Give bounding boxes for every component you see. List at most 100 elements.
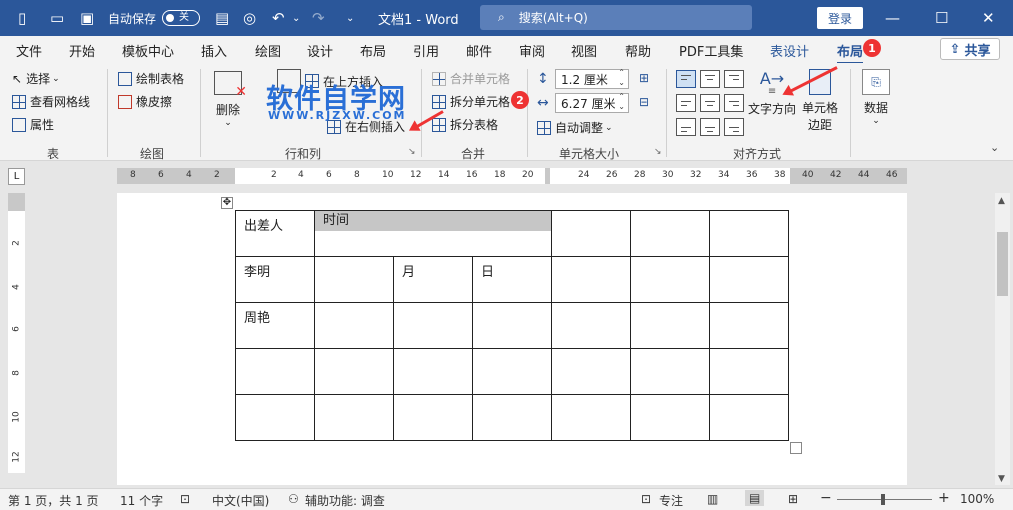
table-cell[interactable] — [393, 348, 473, 395]
tab-design[interactable]: 设计 — [307, 41, 333, 60]
scroll-down-icon[interactable]: ▼ — [998, 474, 1005, 484]
tab-draw[interactable]: 绘图 — [255, 41, 281, 60]
table-cell[interactable] — [551, 394, 631, 441]
table-cell[interactable] — [709, 256, 789, 303]
focus-mode-button[interactable]: 专注 — [659, 492, 683, 509]
merge-cells-button[interactable]: 合并单元格 — [432, 70, 510, 87]
table-cell[interactable] — [235, 348, 315, 395]
undo-icon[interactable]: ↶ — [272, 0, 285, 36]
undo-dropdown-icon[interactable]: ⌄ — [292, 0, 300, 36]
zoom-slider-thumb[interactable] — [881, 494, 885, 505]
table-cell[interactable] — [472, 302, 552, 349]
minimize-icon[interactable]: — — [885, 0, 900, 36]
tab-view[interactable]: 视图 — [571, 41, 597, 60]
table-cell[interactable] — [630, 256, 710, 303]
autosave-toggle[interactable]: 自动保存 关 — [108, 0, 201, 36]
table-cell[interactable] — [551, 210, 631, 257]
share-button[interactable]: ⇪ 共享 — [940, 38, 1000, 60]
zoom-level[interactable]: 100% — [960, 492, 994, 506]
align-middle-right-icon[interactable] — [724, 94, 744, 112]
cell-size-launcher-icon[interactable]: ↘ — [654, 147, 662, 157]
autofit-button[interactable]: 自动调整 ⌄ — [537, 119, 613, 136]
table-cell[interactable] — [314, 302, 394, 349]
table-cell[interactable]: 日 — [472, 256, 552, 303]
split-cells-button[interactable]: 拆分单元格 — [432, 93, 510, 110]
data-button[interactable]: ⎘ 数据 ⌄ — [862, 69, 890, 126]
proofing-icon[interactable]: ⊡ — [180, 492, 190, 506]
autosave-switch[interactable]: 关 — [162, 10, 201, 26]
tab-selector[interactable]: L — [8, 168, 25, 185]
align-middle-center-icon[interactable] — [700, 94, 720, 112]
distribute-rows-icon[interactable]: ⊞ — [639, 71, 649, 85]
table-cell[interactable] — [630, 394, 710, 441]
table-cell[interactable] — [314, 256, 394, 303]
open-folder-icon[interactable]: ▭ — [50, 0, 64, 36]
page-count[interactable]: 第 1 页，共 1 页 — [8, 492, 99, 509]
align-bottom-center-icon[interactable] — [700, 118, 720, 136]
print-preview-icon[interactable]: ◎ — [243, 0, 256, 36]
tab-references[interactable]: 引用 — [413, 41, 439, 60]
table-cell[interactable] — [472, 348, 552, 395]
tab-table-layout[interactable]: 布局 — [837, 41, 864, 65]
tab-insert[interactable]: 插入 — [201, 41, 227, 60]
table-cell[interactable] — [551, 302, 631, 349]
table-cell-selected[interactable]: 时间 — [314, 210, 552, 257]
align-middle-left-icon[interactable] — [676, 94, 696, 112]
maximize-icon[interactable]: ☐ — [935, 0, 948, 36]
column-width-input[interactable]: 6.27 厘米 — [555, 92, 629, 113]
image-icon[interactable]: ▣ — [80, 0, 94, 36]
search-box[interactable]: ⌕ 搜索(Alt+Q) — [480, 5, 752, 30]
delete-button[interactable]: ✕ 删除 ⌄ — [214, 71, 247, 128]
close-icon[interactable]: ✕ — [982, 0, 995, 36]
table-cell[interactable] — [630, 348, 710, 395]
table-cell[interactable] — [709, 348, 789, 395]
scrollbar-thumb[interactable] — [997, 232, 1008, 296]
table-cell[interactable] — [709, 210, 789, 257]
login-button[interactable]: 登录 — [817, 7, 863, 29]
redo-icon[interactable]: ↷ — [312, 0, 325, 36]
zoom-out-icon[interactable]: − — [820, 490, 832, 506]
split-table-button[interactable]: 拆分表格 — [432, 116, 498, 133]
table-cell[interactable] — [709, 394, 789, 441]
align-top-right-icon[interactable] — [724, 70, 744, 88]
cell-margins-button[interactable]: 单元格 边距 — [802, 69, 838, 133]
collapse-ribbon-icon[interactable]: ⌄ — [990, 141, 999, 154]
align-bottom-left-icon[interactable] — [676, 118, 696, 136]
select-button[interactable]: ↖ 选择 ⌄ — [12, 70, 60, 87]
tab-help[interactable]: 帮助 — [625, 41, 651, 60]
word-count[interactable]: 11 个字 — [120, 492, 163, 509]
tab-layout[interactable]: 布局 — [360, 41, 386, 60]
zoom-in-icon[interactable]: + — [938, 490, 950, 506]
align-top-left-icon[interactable] — [676, 70, 696, 88]
language-indicator[interactable]: 中文(中国) — [212, 492, 269, 509]
row-height-input[interactable]: 1.2 厘米 — [555, 68, 629, 89]
table-cell[interactable] — [709, 302, 789, 349]
tab-home[interactable]: 开始 — [69, 41, 95, 60]
read-mode-icon[interactable]: ▥ — [707, 492, 718, 506]
table-cell[interactable] — [314, 348, 394, 395]
table-cell[interactable] — [551, 348, 631, 395]
table-cell[interactable]: 周艳 — [235, 302, 315, 349]
table-cell[interactable] — [393, 302, 473, 349]
align-top-center-icon[interactable] — [700, 70, 720, 88]
tab-mailings[interactable]: 邮件 — [466, 41, 492, 60]
table-cell[interactable] — [314, 394, 394, 441]
table-move-handle-icon[interactable]: ✥ — [221, 197, 233, 209]
table-cell[interactable]: 李明 — [235, 256, 315, 303]
customize-toolbar-icon[interactable]: ⌄ — [346, 0, 354, 36]
table-cell[interactable]: 出差人 — [235, 210, 315, 257]
tab-table-design[interactable]: 表设计 — [770, 41, 809, 60]
tab-pdf-tools[interactable]: PDF工具集 — [679, 41, 743, 60]
web-layout-icon[interactable]: ⊞ — [788, 492, 798, 506]
accessibility-status[interactable]: 辅助功能: 调查 — [305, 492, 385, 509]
tab-review[interactable]: 审阅 — [519, 41, 545, 60]
table-cell[interactable] — [630, 210, 710, 257]
table-cell[interactable] — [235, 394, 315, 441]
table-cell[interactable] — [393, 394, 473, 441]
tab-file[interactable]: 文件 — [16, 41, 42, 60]
rows-cols-launcher-icon[interactable]: ↘ — [408, 147, 416, 157]
eraser-button[interactable]: 橡皮擦 — [118, 93, 172, 110]
distribute-columns-icon[interactable]: ⊟ — [639, 95, 649, 109]
table-cell[interactable] — [472, 394, 552, 441]
draw-table-button[interactable]: 绘制表格 — [118, 70, 184, 87]
